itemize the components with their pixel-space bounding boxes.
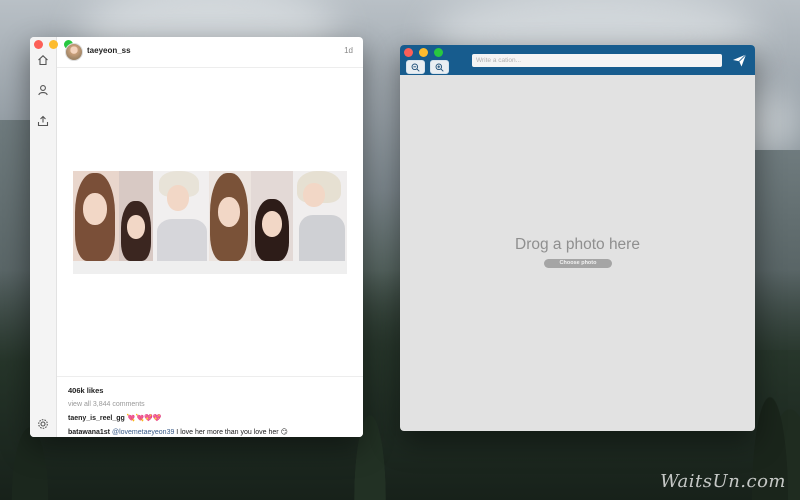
photo-face [83, 193, 107, 225]
view-all-comments-link[interactable]: view all 3,844 comments [68, 401, 145, 408]
comment-mention[interactable]: @lovemetaeyeon39 [112, 429, 174, 436]
zoom-out-icon [411, 63, 420, 72]
close-window-button[interactable] [34, 40, 43, 49]
upload-toolbar [400, 45, 755, 75]
comment: taeny_is_reel_gg 💘💘💖💖 [68, 414, 162, 422]
upload-window: Drog a photo here Choose photo [400, 45, 755, 431]
photo-tile [209, 171, 251, 261]
post-time: 1d [344, 46, 353, 55]
choose-photo-button[interactable]: Choose photo [544, 259, 612, 268]
close-window-button[interactable] [404, 48, 413, 57]
comment-username[interactable]: taeny_is_reel_gg [68, 415, 125, 422]
photo-tile [293, 171, 347, 261]
photo-tile [119, 171, 153, 261]
photo-face [262, 211, 282, 237]
sidebar [30, 37, 73, 437]
home-icon[interactable] [37, 54, 49, 66]
send-icon [733, 54, 747, 67]
zoom-window-button[interactable] [434, 48, 443, 57]
drop-instruction: Drog a photo here [515, 236, 640, 253]
comment-emoji: 💘💘💖💖 [126, 415, 162, 422]
photo-face [218, 197, 240, 227]
zoom-out-button[interactable] [406, 60, 425, 74]
post-photo-area [57, 68, 363, 375]
comment-emoji: 😏 [280, 429, 288, 436]
zoom-in-button[interactable] [430, 60, 449, 74]
photo-drop-zone[interactable]: Drog a photo here Choose photo [400, 75, 755, 431]
post-photo[interactable] [73, 171, 347, 274]
photo-face [167, 185, 189, 211]
comment: batawana1st @lovemetaeyeon39 I love her … [68, 428, 288, 436]
settings-icon[interactable] [37, 418, 49, 430]
photo-face [303, 183, 325, 207]
photo-shirt [299, 215, 345, 261]
likes-count[interactable]: 406k likes [68, 386, 103, 395]
feed-main: taeyeon_ss 1d 406k likes view all 3,844 … [57, 37, 363, 437]
minimize-window-button[interactable] [419, 48, 428, 57]
watermark: WaitsUn.com [660, 471, 786, 492]
upload-icon[interactable] [37, 115, 49, 127]
avatar[interactable] [65, 43, 83, 61]
photo-face [127, 215, 145, 239]
post-username[interactable]: taeyeon_ss [87, 46, 131, 55]
send-button[interactable] [732, 53, 747, 68]
profile-icon[interactable] [37, 84, 49, 96]
comment-username[interactable]: batawana1st [68, 429, 110, 436]
post-header: taeyeon_ss 1d [57, 37, 363, 68]
window-controls [404, 48, 443, 57]
photo-tile [153, 171, 209, 261]
post-footer: 406k likes view all 3,844 comments taeny… [57, 376, 363, 437]
photo-shirt [157, 219, 207, 261]
caption-input[interactable] [472, 54, 722, 67]
photo-tile [73, 171, 119, 261]
zoom-in-icon [435, 63, 444, 72]
comment-text: I love her more than you love her [174, 429, 281, 436]
photo-tile [251, 171, 293, 261]
feed-window: taeyeon_ss 1d 406k likes view all 3,844 … [30, 37, 363, 437]
